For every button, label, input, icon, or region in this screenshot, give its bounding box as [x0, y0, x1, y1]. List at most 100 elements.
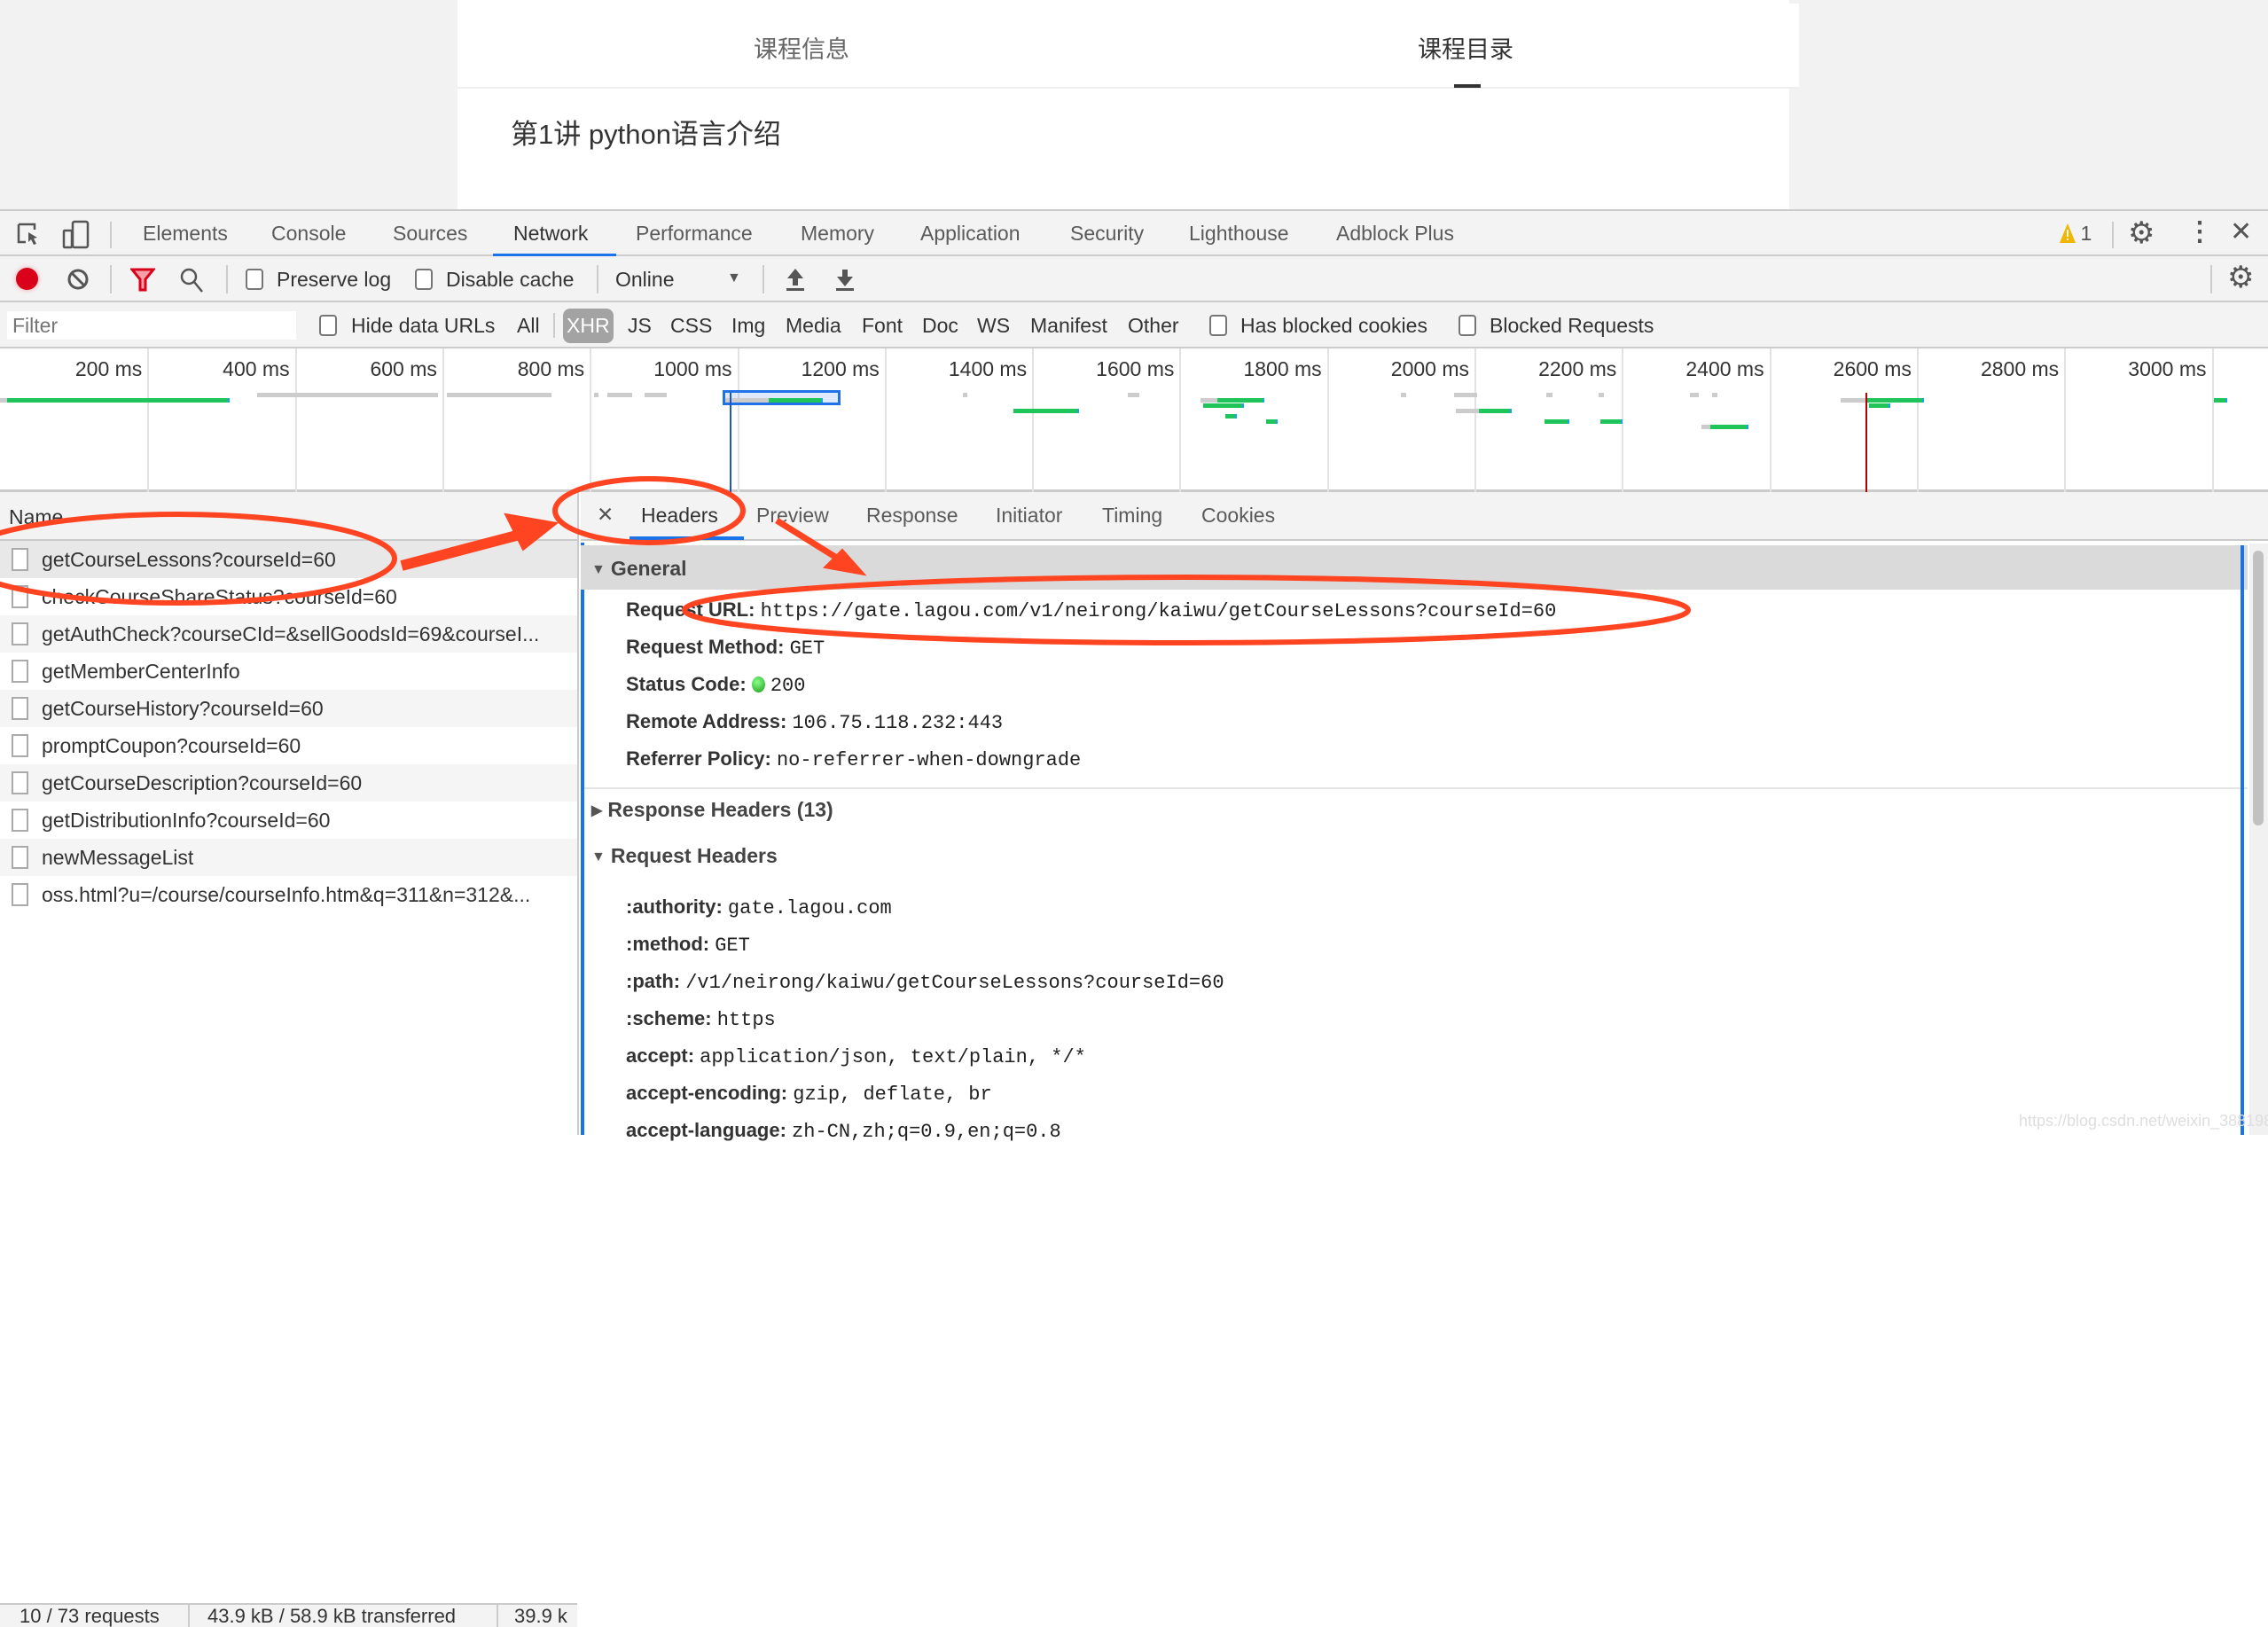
- header-row: Remote Address: 106.75.118.232:443: [626, 710, 1003, 734]
- tab-performance[interactable]: Performance: [636, 222, 753, 246]
- request-row[interactable]: newMessageList: [0, 839, 577, 876]
- filter-type-media[interactable]: Media: [786, 314, 841, 338]
- devtools-tabbar: Elements Console Sources Network Perform…: [0, 209, 2268, 257]
- header-key: :authority:: [626, 896, 723, 918]
- resources-size: 39.9 k: [514, 1605, 567, 1627]
- tab-timing[interactable]: Timing: [1102, 504, 1162, 528]
- waterfall-bar: [1711, 393, 1718, 397]
- close-details-icon[interactable]: ✕: [597, 503, 614, 527]
- tab-course-info[interactable]: 课程信息: [754, 30, 849, 65]
- network-overview-timeline[interactable]: 200 ms 400 ms 600 ms 800 ms 1000 ms 1200 ms 14…: [0, 348, 2268, 492]
- filter-type-manifest[interactable]: Manifest: [1030, 314, 1107, 338]
- general-section-header[interactable]: ▼ General: [581, 545, 2248, 590]
- tab-response[interactable]: Response: [866, 504, 958, 528]
- tab-memory[interactable]: Memory: [801, 222, 874, 246]
- preserve-log-checkbox[interactable]: [246, 269, 263, 290]
- divider: [2210, 265, 2212, 293]
- tab-preview[interactable]: Preview: [756, 504, 829, 528]
- tab-security[interactable]: Security: [1070, 222, 1144, 246]
- filter-type-ws[interactable]: WS: [977, 314, 1010, 338]
- disable-cache-checkbox[interactable]: [415, 269, 433, 290]
- file-icon: [12, 548, 28, 571]
- settings-gear-icon[interactable]: ⚙: [2128, 215, 2155, 251]
- general-title: General: [610, 557, 687, 580]
- tab-network[interactable]: Network: [513, 222, 588, 246]
- tab-adblock-plus[interactable]: Adblock Plus: [1336, 222, 1454, 246]
- requests-panel: Name getCourseLessons?courseId=60 checkCo…: [0, 492, 579, 1627]
- tab-console[interactable]: Console: [271, 222, 346, 246]
- scrollbar-thumb[interactable]: [2253, 551, 2264, 825]
- waterfall-bar: [962, 393, 967, 397]
- timeline-tick-label: 1000 ms: [653, 357, 732, 380]
- record-icon[interactable]: [16, 268, 38, 290]
- search-icon[interactable]: [179, 267, 204, 293]
- file-icon: [12, 585, 28, 608]
- header-value: no-referrer-when-downgrade: [776, 749, 1082, 771]
- tab-cookies[interactable]: Cookies: [1201, 504, 1275, 528]
- timeline-tick-label: 1600 ms: [1096, 357, 1175, 380]
- request-row[interactable]: getDistributionInfo?courseId=60: [0, 802, 577, 839]
- request-row[interactable]: getCourseHistory?courseId=60: [0, 690, 577, 727]
- filter-input[interactable]: [7, 311, 296, 340]
- dom-content-loaded-line: [730, 393, 732, 492]
- filter-icon[interactable]: [130, 268, 155, 293]
- request-row[interactable]: getCourseDescription?courseId=60: [0, 764, 577, 802]
- device-toolbar-icon[interactable]: [62, 220, 90, 250]
- filter-type-xhr[interactable]: XHR: [563, 309, 614, 343]
- hide-data-urls-checkbox[interactable]: [319, 315, 337, 336]
- import-har-icon[interactable]: [785, 267, 806, 292]
- timeline-tick-label: 1200 ms: [801, 357, 880, 380]
- filter-type-js[interactable]: JS: [628, 314, 652, 338]
- header-value: zh-CN,zh;q=0.9,en;q=0.8: [792, 1121, 1061, 1143]
- file-icon: [12, 809, 28, 832]
- lesson-title[interactable]: 第1讲 python语言介绍: [511, 112, 781, 152]
- inspect-element-icon[interactable]: [16, 222, 43, 248]
- scrollbar-track[interactable]: [2249, 544, 2268, 1135]
- header-key: Status Code:: [626, 673, 747, 695]
- header-key: Remote Address:: [626, 710, 787, 732]
- filter-type-all[interactable]: All: [517, 314, 540, 338]
- request-row[interactable]: oss.html?u=/course/courseInfo.htm&q=311&…: [0, 876, 577, 913]
- request-row[interactable]: getAuthCheck?courseCId=&sellGoodsId=69&c…: [0, 615, 577, 653]
- warnings-button[interactable]: 1: [2059, 222, 2092, 248]
- timeline-gridline: [2211, 348, 2214, 492]
- timeline-tick-label: 400 ms: [223, 357, 290, 380]
- request-headers-section-header[interactable]: ▼ Request Headers: [581, 844, 2248, 868]
- tab-sources[interactable]: Sources: [393, 222, 467, 246]
- name-column-header[interactable]: Name: [0, 492, 577, 541]
- waterfall-bar: [257, 393, 438, 397]
- clear-icon[interactable]: [66, 268, 90, 291]
- header-value: 200: [770, 675, 806, 697]
- request-row[interactable]: promptCoupon?courseId=60: [0, 727, 577, 764]
- close-devtools-icon[interactable]: ✕: [2230, 216, 2252, 247]
- filter-type-other[interactable]: Other: [1128, 314, 1179, 338]
- tab-headers[interactable]: Headers: [641, 504, 718, 528]
- tab-elements[interactable]: Elements: [143, 222, 228, 246]
- waterfall-bar: [1265, 419, 1278, 424]
- file-icon: [12, 734, 28, 757]
- has-blocked-cookies-checkbox[interactable]: [1209, 315, 1227, 336]
- more-options-icon[interactable]: ⋮: [2186, 216, 2213, 247]
- tab-application[interactable]: Application: [920, 222, 1021, 246]
- header-key: accept-encoding:: [626, 1082, 788, 1104]
- filter-type-css[interactable]: CSS: [670, 314, 712, 338]
- transferred-size: 43.9 kB / 58.9 kB transferred: [207, 1605, 457, 1627]
- waterfall-bar: [1013, 409, 1080, 413]
- tab-initiator[interactable]: Initiator: [996, 504, 1062, 528]
- tab-course-catalog[interactable]: 课程目录: [1418, 30, 1513, 65]
- blocked-requests-checkbox[interactable]: [1459, 315, 1476, 336]
- network-settings-gear-icon[interactable]: ⚙: [2227, 260, 2254, 295]
- filter-type-img[interactable]: Img: [731, 314, 765, 338]
- throttling-select[interactable]: Online ▼: [615, 256, 748, 301]
- response-headers-section-header[interactable]: ▶ Response Headers (13): [581, 798, 2248, 822]
- filter-type-font[interactable]: Font: [862, 314, 903, 338]
- waterfall-bar: [1710, 425, 1749, 429]
- export-har-icon[interactable]: [834, 267, 856, 292]
- request-row[interactable]: checkCourseShareStatus?courseId=60: [0, 578, 577, 615]
- request-row[interactable]: getMemberCenterInfo: [0, 653, 577, 690]
- tab-lighthouse[interactable]: Lighthouse: [1189, 222, 1289, 246]
- file-icon: [12, 846, 28, 869]
- filter-type-doc[interactable]: Doc: [922, 314, 958, 338]
- triangle-down-icon: ▼: [591, 562, 606, 577]
- request-row[interactable]: getCourseLessons?courseId=60: [0, 541, 577, 578]
